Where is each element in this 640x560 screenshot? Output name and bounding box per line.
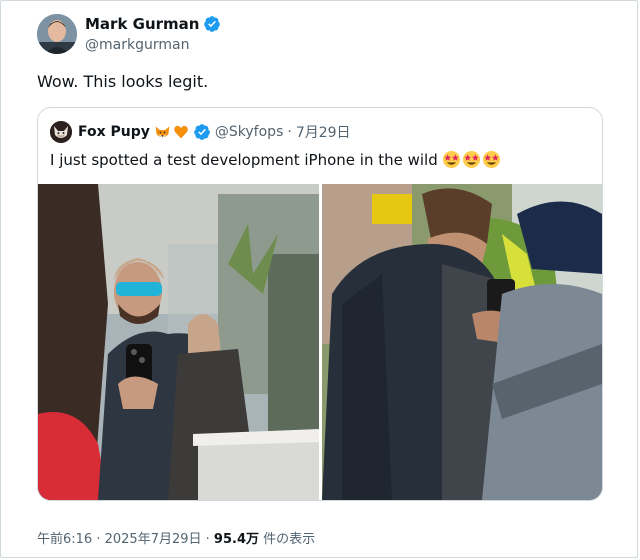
quote-header: Fox Pupy @Skyfops · 7月29日 [50,120,351,144]
avatar-image [37,14,77,54]
quote-avatar[interactable] [50,121,72,143]
quoted-tweet[interactable]: Fox Pupy @Skyfops · 7月29日 I just spotted… [37,107,603,501]
quote-media [38,184,602,500]
meta-separator: · [92,532,105,547]
quote-author-name[interactable]: Fox Pupy [78,124,150,140]
media-photo-right[interactable] [322,184,602,500]
orange-heart-icon [174,125,188,139]
tweet-date[interactable]: 2025年7月29日 [105,532,202,547]
photo-man-with-iphone [38,184,319,500]
quote-text: I just spotted a test development iPhone… [50,150,438,169]
views-count: 95.4万 [213,532,259,547]
fox-face-icon [155,126,170,137]
views-label: 件の表示 [259,532,316,547]
meta-separator: · [201,532,214,547]
author-handle[interactable]: @markgurman [85,37,189,53]
quote-text-row: I just spotted a test development iPhone… [50,150,501,169]
verified-badge-icon [204,16,221,32]
tweet-metadata: 午前6:16 · 2025年7月29日 · 95.4万 件の表示 [37,528,315,547]
author-name[interactable]: Mark Gurman [85,15,199,33]
quote-author-handle[interactable]: @Skyfops [215,124,283,140]
author-name-row[interactable]: Mark Gurman [85,15,221,33]
photo-man-in-vest [322,184,602,500]
star-struck-icon [462,150,480,169]
media-photo-left[interactable] [38,184,319,500]
quote-date[interactable]: 7月29日 [296,122,351,142]
tweet-text: Wow. This looks legit. [37,72,209,91]
tweet-time[interactable]: 午前6:16 [37,532,92,547]
quote-verified-badge-icon [194,124,210,140]
quote-separator: · [287,124,292,140]
star-struck-icon [442,150,460,169]
author-avatar[interactable] [37,14,77,54]
fox-avatar-image [50,121,72,143]
star-struck-icon [482,150,500,169]
